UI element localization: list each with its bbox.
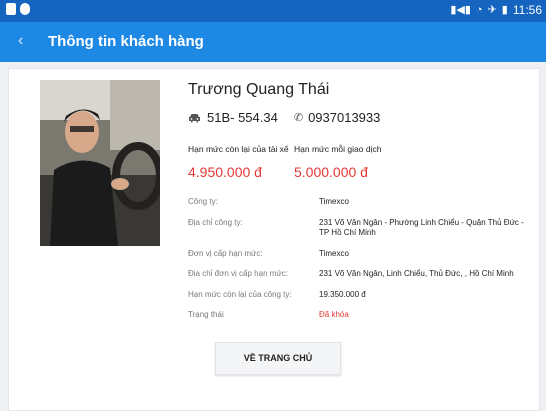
issuer-address-label: Địa chỉ đơn vị cấp hạn mức:: [188, 269, 288, 278]
company-value: Timexco: [319, 197, 349, 206]
company-label: Công ty:: [188, 197, 218, 206]
chevron-left-icon[interactable]: ‹: [18, 32, 23, 50]
app-bar: ‹ Thông tin khách hàng: [0, 22, 546, 62]
company-limit-value: 19.350.000 đ: [319, 290, 366, 299]
company-address-label: Địa chỉ công ty:: [188, 218, 243, 227]
vibrate-icon: ▮◀▮: [450, 4, 471, 16]
license-plate: 51B- 554.34: [207, 110, 278, 125]
customer-card: Trương Quang Thái 51B- 554.34 ✆ 09370139…: [8, 68, 540, 411]
home-button[interactable]: VỀ TRANG CHỦ: [215, 342, 341, 375]
driver-limit-label: Hạn mức còn lại của tài xế: [188, 144, 289, 154]
airplane-icon: ✈: [487, 4, 497, 16]
battery-icon: ▮: [501, 4, 508, 16]
wifi-icon: ◔: [475, 4, 483, 16]
status-value: Đã khóa: [319, 310, 349, 319]
limit-issuer-value: Timexco: [319, 249, 349, 258]
transaction-limit-value: 5.000.000 đ: [294, 164, 368, 180]
page-title: Thông tin khách hàng: [48, 33, 204, 50]
car-icon: [189, 113, 200, 122]
phone-icon: ✆: [293, 112, 304, 124]
status-label: Trạng thái: [188, 310, 224, 319]
notification-icon: [6, 3, 16, 15]
limit-issuer-label: Đơn vị cấp hạn mức:: [188, 249, 263, 258]
company-limit-label: Hạn mức còn lại của công ty:: [188, 290, 292, 299]
phone-number: 0937013933: [308, 110, 381, 125]
transaction-limit-label: Hạn mức mỗi giao dịch: [294, 144, 382, 154]
notification-icons: [6, 3, 30, 15]
issuer-address-value: 231 Võ Văn Ngân, Linh Chiểu, Thủ Đức, , …: [319, 269, 514, 278]
status-bar: ▮◀▮ ◔ ✈ ▮ 11:56: [0, 0, 546, 22]
driver-limit-value: 4.950.000 đ: [188, 164, 262, 180]
app-notification-icon: [20, 3, 30, 15]
customer-name: Trương Quang Thái: [188, 81, 330, 98]
company-address-value: 231 Võ Văn Ngân - Phường Linh Chiểu - Qu…: [319, 218, 524, 237]
customer-photo: [40, 80, 160, 246]
status-time: 11:56: [512, 3, 542, 17]
